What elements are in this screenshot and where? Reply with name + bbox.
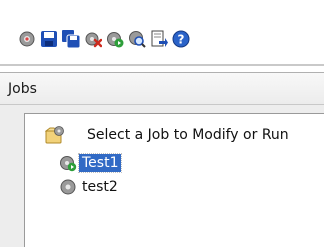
export-button[interactable]: [150, 30, 168, 48]
help-button[interactable]: ?: [172, 30, 190, 48]
save-all-button[interactable]: [62, 30, 80, 48]
svg-text:?: ?: [178, 33, 185, 47]
save-icon: [41, 31, 57, 47]
delete-job-icon: [85, 32, 102, 48]
delete-job-button[interactable]: [84, 30, 102, 48]
run-job-icon: [107, 32, 124, 48]
settings-button[interactable]: [18, 30, 36, 48]
search-job-button[interactable]: [128, 30, 146, 48]
search-job-icon: [129, 31, 146, 48]
save-button[interactable]: [40, 30, 58, 48]
jobs-panel-header: Jobs: [0, 72, 324, 105]
save-all-icon: [62, 30, 80, 48]
run-job-button[interactable]: [106, 30, 124, 48]
gear-icon: [60, 179, 76, 195]
tree-root[interactable]: Select a Job to Modify or Run: [45, 124, 289, 146]
gear-icon: [19, 31, 35, 47]
jobs-folder-icon: [45, 126, 64, 144]
toolbar-separator: [0, 64, 324, 67]
tree-item-test2[interactable]: test2: [59, 176, 121, 198]
jobs-panel: Select a Job to Modify or Run Test1 test…: [0, 105, 324, 247]
jobs-tree: Select a Job to Modify or Run Test1 test…: [24, 113, 324, 247]
tree-root-label: Select a Job to Modify or Run: [87, 127, 289, 143]
panel-title: Jobs: [8, 81, 37, 97]
export-icon: [151, 30, 168, 47]
tree-item-test1[interactable]: Test1: [59, 152, 123, 174]
help-icon: ?: [172, 30, 190, 48]
toolbar: ?: [0, 0, 324, 72]
tree-item-label: Test1: [77, 153, 123, 173]
gear-run-icon: [60, 156, 77, 172]
tree-item-label: test2: [82, 179, 118, 195]
